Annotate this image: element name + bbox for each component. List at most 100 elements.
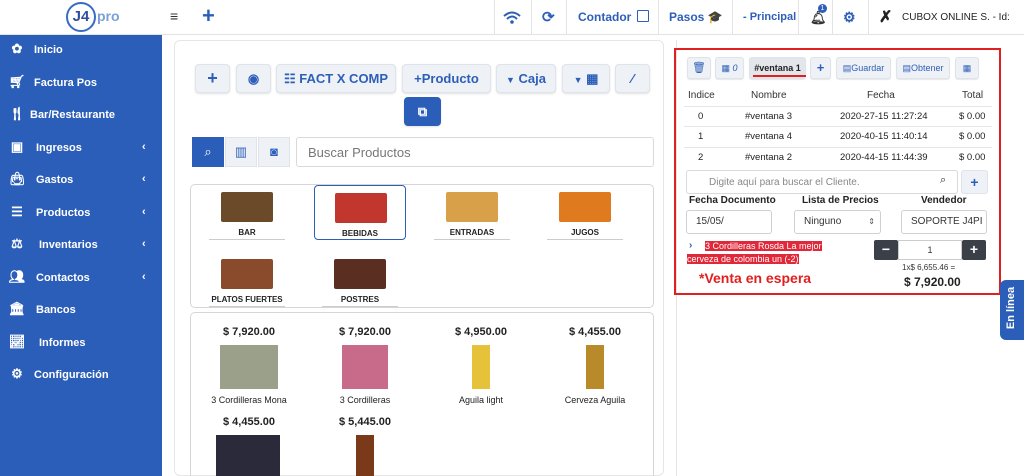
search-icon[interactable]: ⌕ <box>940 174 946 187</box>
sidebar-item-label: Bancos <box>36 304 76 316</box>
cell-fecha: 2020-40-15 11:40:14 <box>840 131 928 142</box>
qty-input[interactable]: 1 <box>898 240 962 260</box>
category-image <box>335 193 387 223</box>
hide-icon[interactable]: ◉ <box>236 64 271 93</box>
vendedor-value: SOPORTE J4PI <box>911 216 983 227</box>
scale-weight-icon[interactable]: ◙ <box>258 137 290 167</box>
vendedor-select[interactable]: SOPORTE J4PI <box>901 210 987 234</box>
lista-precios-select[interactable]: Ninguno ⇕ <box>794 210 881 234</box>
logo-mark: J4 <box>66 2 96 32</box>
guardar-button[interactable]: ▤Guardar <box>836 57 891 79</box>
client-search-input[interactable] <box>686 170 958 194</box>
category-label: PLATOS FUERTES <box>211 295 283 304</box>
category-postres[interactable]: POSTRES <box>314 252 406 307</box>
product-image <box>356 435 374 476</box>
add-product-button[interactable]: +Producto <box>402 64 491 93</box>
sidebar-item-factura-pos[interactable]: 🛒︎ Factura Pos <box>0 68 162 100</box>
add-client-button[interactable]: + <box>961 170 988 194</box>
divider <box>684 106 992 107</box>
principal-link[interactable]: - Principal <box>743 0 796 35</box>
divider <box>732 0 733 35</box>
add-icon[interactable]: + <box>202 3 215 29</box>
product-image <box>472 345 490 389</box>
palette-icon: ✿ <box>11 41 23 56</box>
sidebar-item-inicio[interactable]: ✿ Inicio <box>0 35 162 67</box>
sidebar-item-productos[interactable]: ☰ Productos ‹ <box>0 198 162 230</box>
list-icon: ☰ <box>11 204 23 219</box>
product-name: Aguila light <box>458 395 504 405</box>
sidebar-item-gastos[interactable]: 👜︎ Gastos ‹ <box>0 165 162 197</box>
cell-total: $ 0.00 <box>959 152 986 163</box>
window-toggle-button[interactable]: ⧉ <box>404 97 441 126</box>
product-card[interactable]: $ 7,920.00 3 Cordilleras <box>310 314 420 409</box>
calculator-icon[interactable]: ▦ <box>955 57 979 79</box>
utensils-icon: 🍴︎ <box>8 106 26 121</box>
pasos-label: Pasos <box>669 10 705 24</box>
sidebar-item-contactos[interactable]: 👥︎ Contactos ‹ <box>0 263 162 295</box>
caja-label: Caja <box>518 71 546 86</box>
category-platos-fuertes[interactable]: PLATOS FUERTES <box>201 252 293 307</box>
windows-count-button[interactable]: ▦ 0 <box>715 57 744 79</box>
sidebar-item-bar-restaurante[interactable]: 🍴︎ Bar/Restaurante <box>0 100 162 132</box>
product-card[interactable]: $ 4,455.00 <box>194 404 304 476</box>
product-card[interactable]: $ 7,920.00 3 Cordilleras Mona <box>194 314 304 409</box>
app-logo[interactable]: J4 pro <box>66 2 126 32</box>
trash-icon[interactable]: 🗑︎ <box>687 57 711 79</box>
add-button[interactable]: + <box>195 64 230 93</box>
cell-total: $ 0.00 <box>959 111 986 122</box>
caja-dropdown[interactable]: ▼ Caja <box>496 64 556 93</box>
qty-increase-button[interactable]: + <box>962 240 986 260</box>
col-header-fecha: Fecha <box>867 90 895 101</box>
obtener-button[interactable]: ▤Obtener <box>896 57 950 79</box>
unit-price-line: 1x$ 6,655.46 = <box>902 263 956 272</box>
hamburger-menu-icon[interactable]: ≡ <box>170 8 178 24</box>
active-window-underline <box>753 75 806 77</box>
sidebar-item-label: Bar/Restaurante <box>30 109 115 121</box>
product-card[interactable]: $ 4,455.00 Cerveza Aguila <box>540 314 650 409</box>
logo-pro: pro <box>97 8 120 24</box>
windows-count: 0 <box>732 63 738 73</box>
contador-link[interactable]: Contador <box>578 0 649 35</box>
line-item-text: 3 Cordilleras Rosda La mejor cerveza de … <box>687 241 822 264</box>
fact-x-comp-button[interactable]: ☷ FACT X COMP <box>276 64 396 93</box>
sidebar-item-ingresos[interactable]: ▣ Ingresos ‹ <box>0 133 162 165</box>
bank-icon: 🏛︎ <box>8 301 26 316</box>
wifi-icon[interactable] <box>503 0 521 35</box>
product-card[interactable]: $ 5,445.00 <box>310 404 420 476</box>
pasos-link[interactable]: Pasos 🎓 <box>669 0 723 35</box>
category-bebidas[interactable]: BEBIDAS <box>314 185 406 240</box>
category-bar[interactable]: BAR <box>201 185 293 240</box>
qty-decrease-button[interactable]: − <box>874 240 898 260</box>
category-jugos[interactable]: JUGOS <box>539 185 631 240</box>
sidebar-item-informes[interactable]: 📈︎ Informes <box>0 328 162 360</box>
category-entradas[interactable]: ENTRADAS <box>426 185 518 240</box>
category-image <box>559 192 611 222</box>
sidebar-item-inventarios[interactable]: ⚖ Inventarios ‹ <box>0 230 162 262</box>
refresh-icon[interactable]: ⟳ <box>542 0 555 35</box>
sidebar-item-bancos[interactable]: 🏛︎ Bancos <box>0 295 162 327</box>
fecha-documento-input[interactable]: 15/05/ <box>686 210 772 234</box>
chart-line-icon: 📈︎ <box>8 334 26 349</box>
category-label: POSTRES <box>340 295 380 304</box>
product-price: $ 5,445.00 <box>339 416 391 428</box>
grid-dropdown[interactable]: ▼ ▦ <box>562 64 610 93</box>
settings-icon[interactable]: ⚙ <box>843 0 856 35</box>
product-search-input[interactable] <box>296 137 654 167</box>
line-item-description[interactable]: 3 Cordilleras Rosda La mejor cerveza de … <box>687 240 847 266</box>
divider <box>209 306 285 307</box>
category-label: BAR <box>238 228 256 237</box>
cell-nombre: #ventana 4 <box>745 131 793 142</box>
money-icon: ▣ <box>10 139 24 154</box>
magic-wand-icon[interactable]: ⁄ <box>615 64 650 93</box>
online-status-tab[interactable]: En línea <box>1000 280 1024 340</box>
barcode-icon[interactable]: ▥ <box>225 137 257 167</box>
divider <box>322 306 398 307</box>
product-card[interactable]: $ 4,950.00 Aguila light <box>426 314 536 409</box>
new-window-button[interactable]: + <box>810 57 831 79</box>
chevron-left-icon: ‹ <box>142 173 146 185</box>
divider <box>434 239 510 240</box>
product-image <box>342 345 388 389</box>
sidebar-item-configuracion[interactable]: ⚙ Configuración <box>0 360 162 392</box>
search-icon[interactable]: ⌕ <box>192 137 224 167</box>
bag-icon: 👜︎ <box>8 171 26 186</box>
